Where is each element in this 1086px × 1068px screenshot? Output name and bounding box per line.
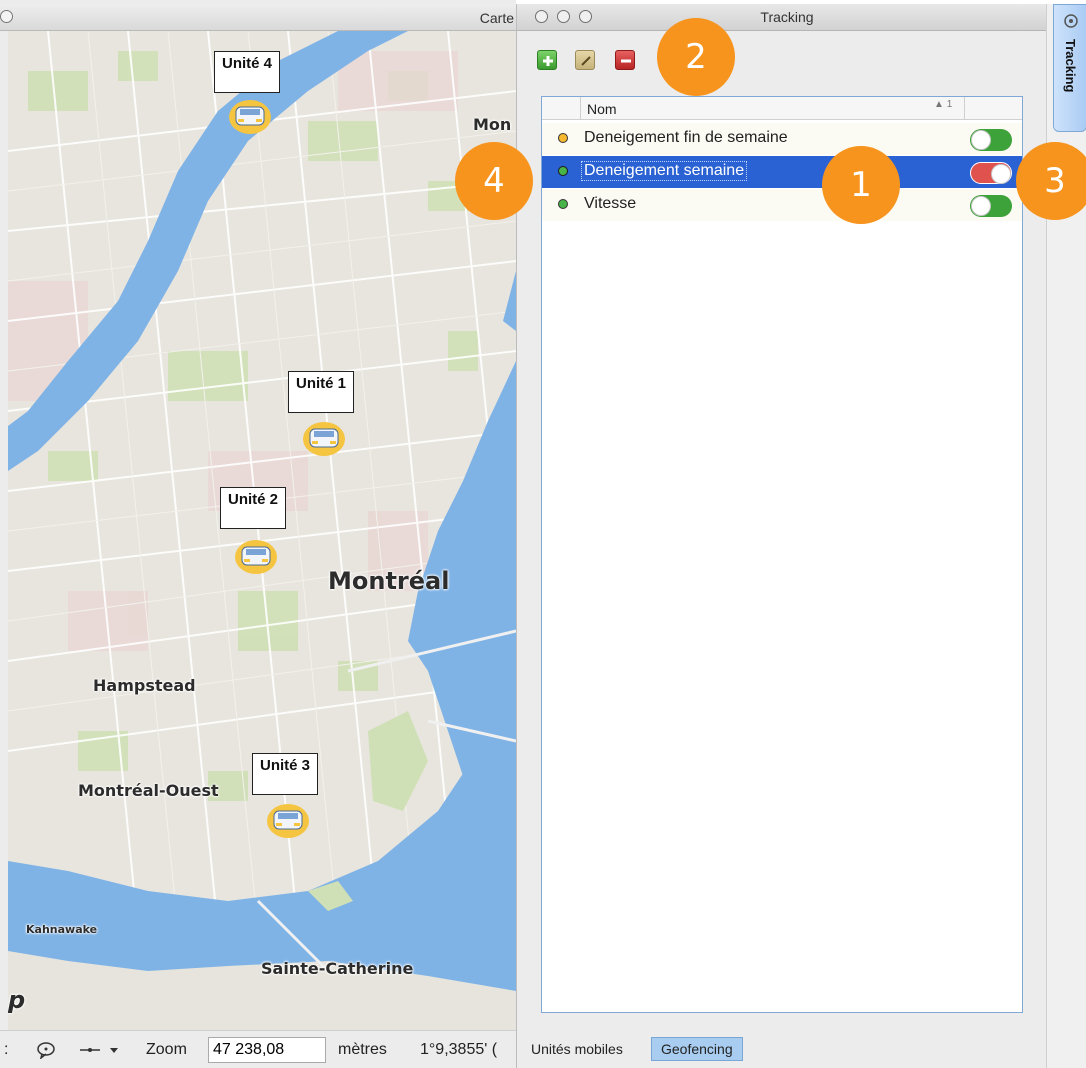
sort-indicator[interactable]: ▲ 1	[934, 99, 952, 110]
map-canvas[interactable]: Mon Montréal Hampstead Montréal-Ouest Ka…	[8, 31, 516, 1030]
tracking-titlebar: Tracking	[517, 4, 1047, 31]
add-geofence-button[interactable]	[537, 50, 557, 70]
measure-tool-icon[interactable]	[78, 1043, 120, 1057]
unit-label-3[interactable]: Unité 3	[252, 753, 318, 795]
table-row[interactable]: Deneigement fin de semaine	[542, 123, 1022, 155]
enable-toggle[interactable]	[970, 162, 1012, 184]
edit-geofence-button[interactable]	[575, 50, 595, 70]
map-window: Carte Mon Montréal Hampstead Montréal-Ou…	[0, 0, 516, 1068]
plus-icon	[543, 56, 553, 66]
enable-toggle[interactable]	[970, 195, 1012, 217]
map-logo-partial: p	[8, 986, 26, 1014]
car-icon[interactable]	[302, 417, 346, 457]
zoom-label: Zoom	[146, 1041, 187, 1058]
delete-geofence-button[interactable]	[615, 50, 635, 70]
status-dot-icon	[558, 166, 568, 176]
table-row[interactable]: Deneigement semaine	[542, 156, 1022, 188]
zoom-units: mètres	[338, 1041, 387, 1058]
place-label-kahnawake: Kahnawake	[26, 923, 98, 936]
status-dot-icon	[558, 133, 568, 143]
map-background	[8, 31, 516, 1030]
target-icon	[1064, 14, 1078, 28]
bottom-tab-bar: Unités mobiles Geofencing	[531, 1037, 743, 1061]
callout-badge-1: 1	[822, 146, 900, 224]
tab-unites-mobiles[interactable]: Unités mobiles	[531, 1041, 623, 1057]
place-label-montreal: Montréal	[328, 567, 450, 595]
statusbar-separator: :	[4, 1041, 9, 1058]
coordinate-readout: 1°9,3855' (	[420, 1041, 498, 1058]
table-row[interactable]: Vitesse	[542, 189, 1022, 221]
geofence-table[interactable]: Nom ▲ 1 Deneigement fin de semaine Denei…	[541, 96, 1023, 1013]
dock-tab-label: Tracking	[1063, 39, 1078, 93]
unit-label-2[interactable]: Unité 2	[220, 487, 286, 529]
minus-icon	[621, 59, 631, 63]
car-icon[interactable]	[266, 799, 310, 839]
column-separator	[580, 97, 581, 119]
status-dot-icon	[558, 199, 568, 209]
tab-geofencing[interactable]: Geofencing	[651, 1037, 743, 1061]
unit-label-1[interactable]: Unité 1	[288, 371, 354, 413]
callout-badge-3: 3	[1016, 142, 1086, 220]
place-label-montreal-ouest: Montréal-Ouest	[78, 781, 219, 800]
enable-toggle[interactable]	[970, 129, 1012, 151]
map-window-title: Carte	[479, 10, 514, 26]
table-header: Nom ▲ 1	[542, 97, 1022, 120]
geofence-name: Vitesse	[584, 195, 637, 212]
window-control-icon[interactable]	[0, 10, 13, 23]
pencil-icon	[581, 56, 591, 66]
dock-tab-tracking[interactable]: Tracking	[1053, 4, 1086, 132]
zoom-input[interactable]	[208, 1037, 326, 1063]
tracking-window-title: Tracking	[760, 9, 814, 25]
speech-bubble-icon[interactable]	[36, 1041, 56, 1059]
column-separator	[964, 97, 965, 119]
callout-badge-2: 2	[657, 18, 735, 96]
map-statusbar: : Zoom mètres 1°9,3855' (	[0, 1030, 516, 1068]
geofence-name: Deneigement semaine	[580, 161, 748, 181]
tracking-window: Tracking Nom ▲ 1 Deneigement fin de sema…	[516, 4, 1047, 1068]
column-header-nom[interactable]: Nom	[587, 101, 617, 117]
place-label-sainte-catherine: Sainte-Catherine	[261, 959, 414, 978]
callout-badge-4: 4	[455, 142, 533, 220]
map-titlebar: Carte	[0, 4, 516, 31]
geofence-name: Deneigement fin de semaine	[584, 129, 788, 146]
unit-label-4[interactable]: Unité 4	[214, 51, 280, 93]
place-label-mon: Mon	[473, 115, 512, 134]
car-icon[interactable]	[234, 535, 278, 575]
car-icon[interactable]	[228, 95, 272, 135]
place-label-hampstead: Hampstead	[93, 676, 196, 695]
sort-order: 1	[946, 99, 953, 110]
